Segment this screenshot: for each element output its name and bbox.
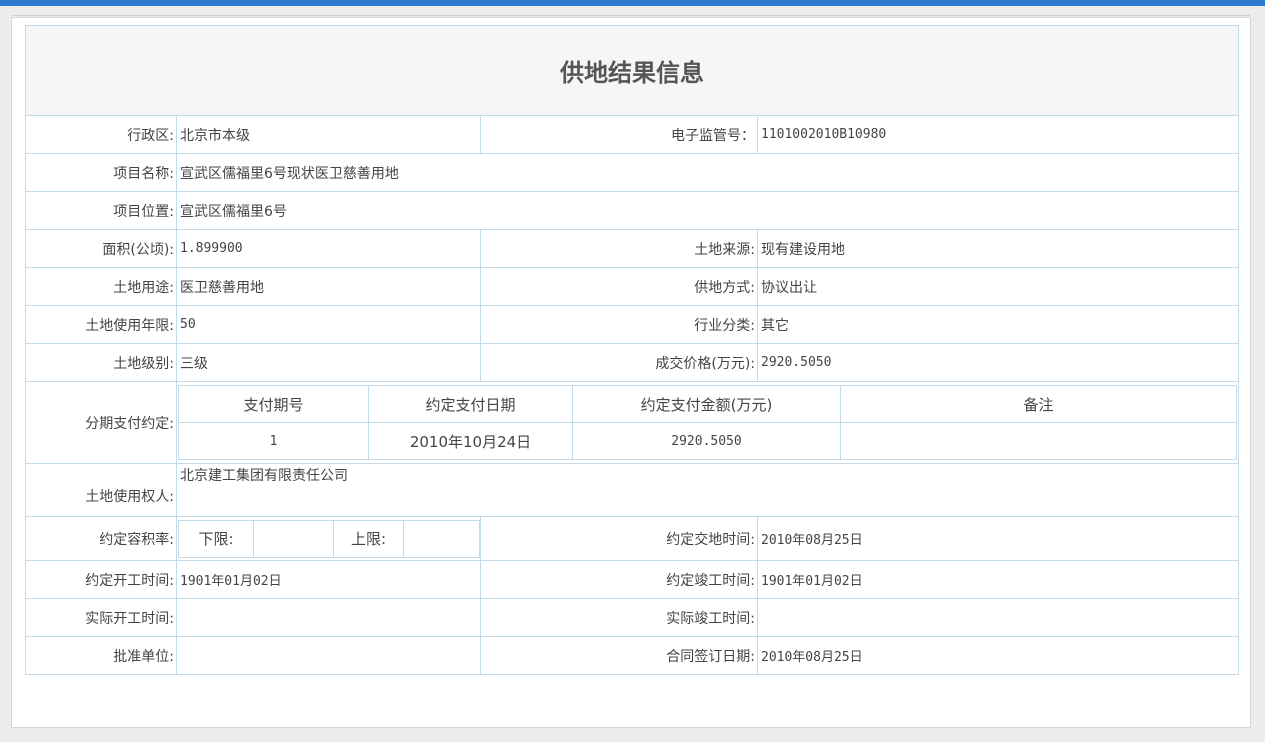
payment-note-cell — [840, 422, 1237, 460]
land-source-label: 土地来源: — [480, 229, 758, 268]
project-name-value: 宣武区儒福里6号现状医卫慈善用地 — [176, 153, 1239, 192]
approval-unit-label: 批准单位: — [25, 636, 177, 675]
completion-time-value: 1901年01月02日 — [757, 560, 1239, 599]
payment-header-date: 约定支付日期 — [368, 385, 573, 423]
land-source-value: 现有建设用地 — [757, 229, 1239, 268]
payment-header-row: 支付期号 约定支付日期 约定支付金额(万元) 备注 — [178, 385, 1237, 423]
installment-label: 分期支付约定: — [25, 381, 177, 464]
actual-start-value — [176, 598, 481, 637]
payment-date-cell: 2010年10月24日 — [368, 422, 573, 460]
far-lower-value — [253, 519, 334, 558]
actual-completion-value — [757, 598, 1239, 637]
approval-unit-value — [176, 636, 481, 675]
use-term-value: 50 — [176, 305, 481, 344]
payment-schedule-table: 支付期号 约定支付日期 约定支付金额(万元) 备注 1 2010年10月24日 … — [178, 385, 1237, 460]
district-label: 行政区: — [25, 115, 177, 154]
use-term-label: 土地使用年限: — [25, 305, 177, 344]
start-time-label: 约定开工时间: — [25, 560, 177, 599]
start-time-value: 1901年01月02日 — [176, 560, 481, 599]
table-row: 1 2010年10月24日 2920.5050 — [178, 422, 1237, 460]
land-use-value: 医卫慈善用地 — [176, 267, 481, 306]
supervision-no-value: 1101002010B10980 — [757, 115, 1239, 154]
industry-value: 其它 — [757, 305, 1239, 344]
land-grade-label: 土地级别: — [25, 343, 177, 382]
industry-label: 行业分类: — [480, 305, 758, 344]
header-divider — [12, 15, 1250, 16]
supply-method-value: 协议出让 — [757, 267, 1239, 306]
delivery-time-label: 约定交地时间: — [480, 516, 758, 561]
area-label: 面积(公顷): — [25, 229, 177, 268]
land-user-label: 土地使用权人: — [25, 463, 177, 517]
payment-period-cell: 1 — [178, 422, 369, 460]
far-lower-label: 下限: — [178, 519, 254, 558]
area-value: 1.899900 — [176, 229, 481, 268]
far-upper-value — [403, 519, 480, 558]
far-cell: 下限: 上限: — [176, 516, 481, 561]
land-user-value: 北京建工集团有限责任公司 — [176, 463, 1239, 517]
supervision-no-label: 电子监管号： — [480, 115, 758, 154]
far-upper-label: 上限: — [333, 519, 404, 558]
far-label: 约定容积率: — [25, 516, 177, 561]
actual-completion-label: 实际竣工时间: — [480, 598, 758, 637]
payment-header-amount: 约定支付金额(万元) — [572, 385, 841, 423]
land-use-label: 土地用途: — [25, 267, 177, 306]
project-location-value: 宣武区儒福里6号 — [176, 191, 1239, 230]
project-name-label: 项目名称: — [25, 153, 177, 192]
contract-date-label: 合同签订日期: — [480, 636, 758, 675]
completion-time-label: 约定竣工时间: — [480, 560, 758, 599]
land-grade-value: 三级 — [176, 343, 481, 382]
payment-header-note: 备注 — [840, 385, 1237, 423]
price-label: 成交价格(万元): — [480, 343, 758, 382]
delivery-time-value: 2010年08月25日 — [757, 516, 1239, 561]
far-range-table: 下限: 上限: — [178, 519, 480, 558]
payment-header-period: 支付期号 — [178, 385, 369, 423]
project-location-label: 项目位置: — [25, 191, 177, 230]
district-value: 北京市本级 — [176, 115, 481, 154]
top-accent-bar — [0, 0, 1265, 6]
land-supply-result-table: 供地结果信息 行政区: 北京市本级 电子监管号： 1101002010B1098… — [25, 25, 1239, 675]
payment-amount-cell: 2920.5050 — [572, 422, 841, 460]
installment-cell: 支付期号 约定支付日期 约定支付金额(万元) 备注 1 2010年10月24日 … — [176, 381, 1239, 464]
supply-method-label: 供地方式: — [480, 267, 758, 306]
contract-date-value: 2010年08月25日 — [757, 636, 1239, 675]
actual-start-label: 实际开工时间: — [25, 598, 177, 637]
price-value: 2920.5050 — [757, 343, 1239, 382]
page-title: 供地结果信息 — [25, 25, 1239, 116]
